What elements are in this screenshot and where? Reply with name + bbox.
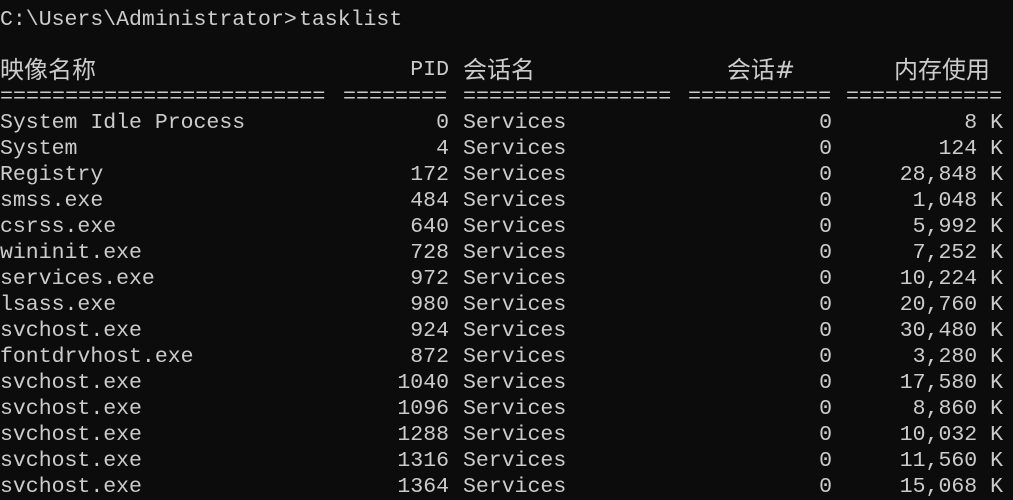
process-pid: 1288: [397, 423, 449, 447]
session-name: Services: [463, 423, 567, 447]
memory-usage: 8 K: [964, 111, 1003, 135]
session-number: 0: [819, 267, 832, 291]
memory-usage: 8,860 K: [912, 397, 1003, 421]
process-name: services.exe: [0, 267, 155, 291]
session-name: Services: [463, 267, 567, 291]
session-name: Services: [463, 189, 567, 213]
process-pid: 1316: [397, 449, 449, 473]
console-window[interactable]: C:\Users\Administrator> tasklist 映像名称 PI…: [0, 0, 1013, 500]
session-name: Services: [463, 449, 567, 473]
memory-usage: 5,992 K: [912, 215, 1003, 239]
process-name: lsass.exe: [0, 293, 117, 317]
header-pid: PID: [410, 58, 449, 82]
separator-session-num: ===========: [688, 84, 832, 109]
separator-pid: ========: [343, 84, 448, 109]
session-number: 0: [819, 397, 832, 421]
session-name: Services: [463, 319, 567, 343]
process-name: svchost.exe: [0, 397, 142, 421]
header-separator: ========================= ======== =====…: [0, 84, 1002, 110]
separator-session-name: ================: [463, 84, 672, 109]
process-pid: 1364: [397, 475, 449, 499]
header-session-num: 会话#: [726, 56, 795, 84]
memory-usage: 10,032 K: [899, 423, 1003, 447]
header-mem-usage: 内存使用: [894, 56, 990, 84]
session-name: Services: [463, 137, 567, 161]
process-pid: 1096: [397, 397, 449, 421]
session-name: Services: [463, 163, 567, 187]
process-name: svchost.exe: [0, 319, 142, 343]
process-pid: 980: [410, 293, 449, 317]
process-pid: 4: [436, 137, 449, 161]
process-name: System Idle Process: [0, 111, 246, 135]
process-pid: 484: [410, 189, 449, 213]
session-number: 0: [819, 345, 832, 369]
process-pid: 1040: [397, 371, 449, 395]
session-name: Services: [463, 215, 567, 239]
session-name: Services: [463, 111, 567, 135]
memory-usage: 20,760 K: [899, 293, 1003, 317]
process-name: svchost.exe: [0, 371, 142, 395]
process-pid: 972: [410, 267, 449, 291]
memory-usage: 3,280 K: [912, 345, 1003, 369]
session-number: 0: [819, 215, 832, 239]
session-name: Services: [463, 241, 567, 265]
process-name: smss.exe: [0, 189, 104, 213]
process-name: wininit.exe: [0, 241, 142, 265]
process-name: System: [0, 137, 78, 161]
process-name: svchost.exe: [0, 475, 142, 499]
session-name: Services: [463, 371, 567, 395]
process-name: fontdrvhost.exe: [0, 345, 194, 369]
session-name: Services: [463, 293, 567, 317]
process-name: csrss.exe: [0, 215, 117, 239]
session-number: 0: [819, 189, 832, 213]
session-number: 0: [819, 449, 832, 473]
process-name: svchost.exe: [0, 423, 142, 447]
command-line: C:\Users\Administrator> tasklist: [0, 7, 402, 33]
memory-usage: 30,480 K: [899, 319, 1003, 343]
session-number: 0: [819, 319, 832, 343]
session-name: Services: [463, 475, 567, 499]
process-pid: 924: [410, 319, 449, 343]
memory-usage: 124 K: [938, 137, 1003, 161]
process-name: svchost.exe: [0, 449, 142, 473]
memory-usage: 15,068 K: [899, 475, 1003, 499]
memory-usage: 7,252 K: [912, 241, 1003, 265]
separator-mem-usage: ============: [846, 84, 1003, 109]
memory-usage: 17,580 K: [899, 371, 1003, 395]
process-pid: 872: [410, 345, 449, 369]
memory-usage: 1,048 K: [912, 189, 1003, 213]
session-name: Services: [463, 397, 567, 421]
memory-usage: 11,560 K: [899, 449, 1003, 473]
session-number: 0: [819, 371, 832, 395]
session-name: Services: [463, 345, 567, 369]
session-number: 0: [819, 111, 832, 135]
process-pid: 640: [410, 215, 449, 239]
memory-usage: 28,848 K: [899, 163, 1003, 187]
header-image-name: 映像名称: [0, 56, 96, 84]
separator-image-name: =========================: [0, 84, 326, 109]
command-text: tasklist: [299, 8, 403, 32]
header-session-name: 会话名: [463, 56, 535, 84]
session-number: 0: [819, 241, 832, 265]
process-pid: 172: [410, 163, 449, 187]
session-number: 0: [819, 475, 832, 499]
session-number: 0: [819, 163, 832, 187]
process-name: Registry: [0, 163, 104, 187]
memory-usage: 10,224 K: [899, 267, 1003, 291]
prompt-path: C:\Users\Administrator>: [0, 8, 297, 32]
process-pid: 728: [410, 241, 449, 265]
session-number: 0: [819, 293, 832, 317]
table-header: 映像名称 PID 会话名 会话# 内存使用: [0, 57, 990, 83]
process-pid: 0: [436, 111, 449, 135]
session-number: 0: [819, 423, 832, 447]
session-number: 0: [819, 137, 832, 161]
